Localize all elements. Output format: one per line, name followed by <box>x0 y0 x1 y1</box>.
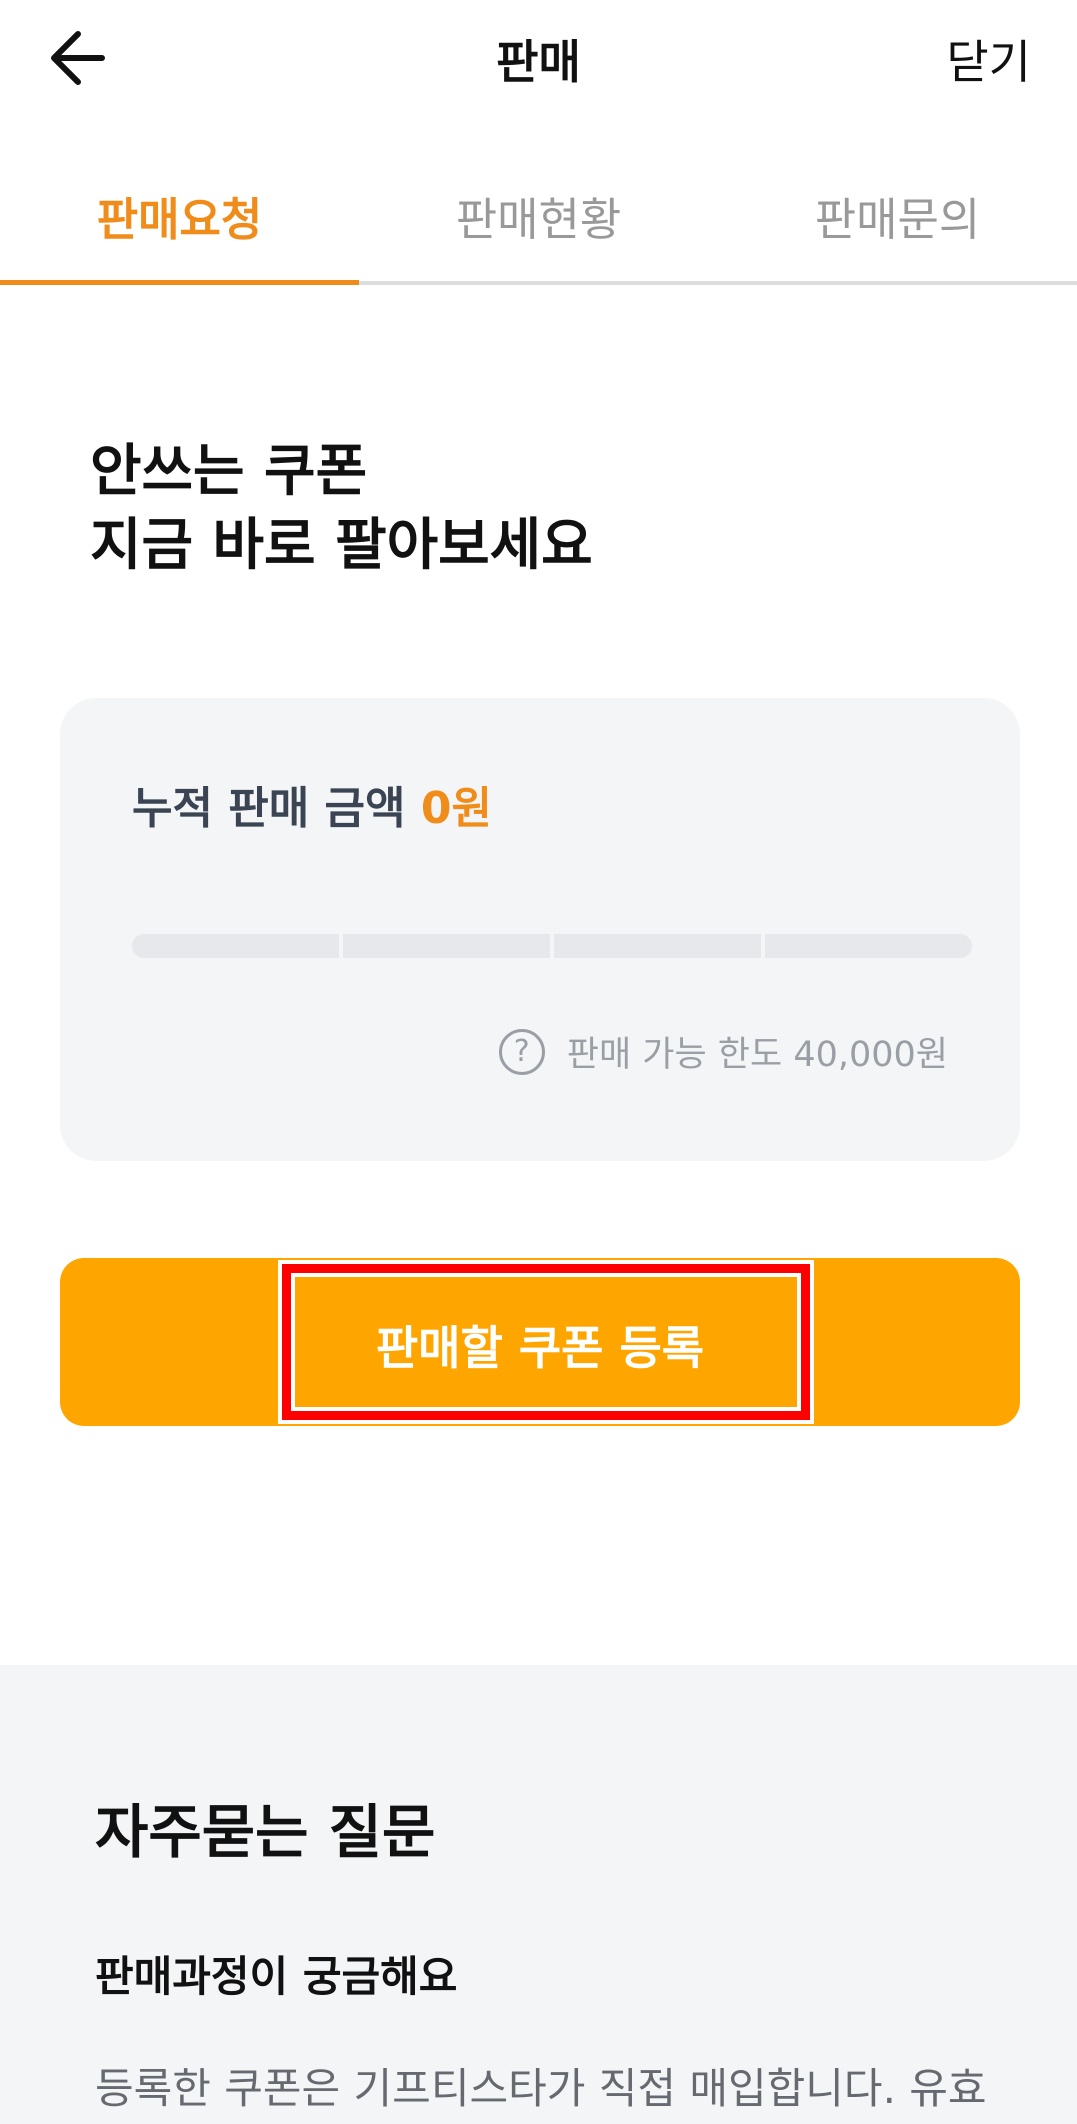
active-tab-indicator <box>0 280 359 285</box>
tab-sell-status[interactable]: 판매현황 <box>359 183 718 248</box>
faq-title: 자주묻는 질문 <box>95 1798 436 1866</box>
progress-segment <box>554 934 761 958</box>
hero-line-1: 안쓰는 쿠폰 <box>90 439 368 504</box>
cumulative-sales-text: 누적 판매 금액 <box>132 783 406 834</box>
close-button[interactable]: 닫기 <box>946 26 1031 92</box>
sales-limit-text: 판매 가능 한도 40,000원 <box>566 1035 948 1075</box>
cumulative-sales-amount: 0원 <box>420 783 492 834</box>
tab-sell-request[interactable]: 판매요청 <box>0 183 359 248</box>
question-circle-icon[interactable]: ? <box>498 1028 545 1075</box>
app-header: 판매 닫기 <box>0 0 1077 120</box>
faq-answer: 등록한 쿠폰은 기프티스타가 직접 매입합니다. 유효 <box>95 2064 987 2113</box>
cumulative-sales-label: 누적 판매 금액 0원 <box>132 772 492 836</box>
hero-heading: 안쓰는 쿠폰 지금 바로 팔아보세요 <box>90 435 593 583</box>
faq-question[interactable]: 판매과정이 궁금해요 <box>95 1943 457 2004</box>
sales-progress-bar <box>132 934 972 958</box>
sales-limit: ? 판매 가능 한도 40,000원 <box>498 1026 948 1077</box>
register-coupon-button[interactable]: 판매할 쿠폰 등록 <box>60 1258 1020 1426</box>
faq-section: 자주묻는 질문 판매과정이 궁금해요 등록한 쿠폰은 기프티스타가 직접 매입합… <box>0 1665 1077 2124</box>
register-coupon-label: 판매할 쿠폰 등록 <box>375 1321 705 1375</box>
tab-bar: 판매요청 판매현황 판매문의 <box>0 165 1077 285</box>
sales-summary-card: 누적 판매 금액 0원 ? 판매 가능 한도 40,000원 <box>60 698 1020 1161</box>
progress-segment <box>765 934 972 958</box>
arrow-left-icon <box>51 31 105 85</box>
page-title: 판매 <box>496 35 581 89</box>
sell-page: 판매 닫기 판매요청 판매현황 판매문의 안쓰는 쿠폰 지금 바로 팔아보세요 … <box>0 0 1077 2124</box>
progress-segment <box>343 934 550 958</box>
back-button[interactable] <box>40 18 120 98</box>
tab-sell-inquiry[interactable]: 판매문의 <box>718 183 1077 248</box>
hero-line-2: 지금 바로 팔아보세요 <box>90 513 593 578</box>
progress-segment <box>132 934 339 958</box>
